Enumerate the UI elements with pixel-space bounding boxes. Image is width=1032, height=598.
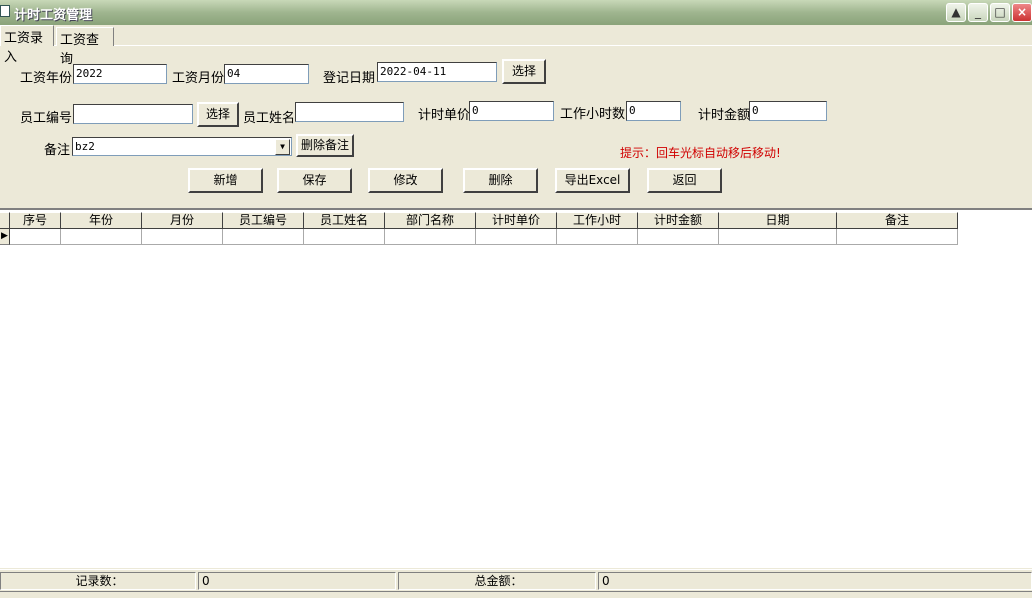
remark-select[interactable]: bz2 ▼ (72, 137, 292, 156)
tab-salary-query[interactable]: 工资查询 (56, 27, 114, 67)
amount-input[interactable]: 0 (749, 101, 827, 121)
total-amount-label: 总金额： (398, 572, 596, 590)
app-icon (0, 5, 10, 17)
record-count-label: 记录数： (0, 572, 196, 590)
month-label: 工资月份 (172, 71, 225, 86)
table-cell[interactable] (837, 229, 958, 245)
column-header[interactable]: 工作小时 (557, 212, 638, 229)
date-label: 登记日期 (323, 71, 376, 86)
table-cell[interactable] (10, 229, 61, 245)
restore-icon[interactable]: ▲ (946, 3, 966, 22)
table-cell[interactable] (557, 229, 638, 245)
column-header[interactable]: 月份 (142, 212, 223, 229)
delete-button[interactable]: 删除 (463, 168, 538, 193)
column-header[interactable]: 备注 (837, 212, 958, 229)
maximize-button[interactable]: □ (990, 3, 1010, 22)
date-select-button[interactable]: 选择 (502, 59, 546, 84)
row-indicator-icon[interactable]: ▶ (0, 229, 10, 245)
column-header[interactable]: 计时金额 (638, 212, 719, 229)
emp-no-label: 员工编号 (20, 111, 73, 126)
amount-label: 计时金额 (698, 108, 751, 123)
column-header[interactable]: 计时单价 (476, 212, 557, 229)
grid-corner (0, 212, 10, 229)
unit-price-label: 计时单价 (418, 108, 471, 123)
back-button[interactable]: 返回 (647, 168, 722, 193)
table-cell[interactable] (61, 229, 142, 245)
column-header[interactable]: 序号 (10, 212, 61, 229)
edit-button[interactable]: 修改 (368, 168, 443, 193)
status-bar: 记录数： 0 总金额： 0 (0, 569, 1032, 591)
column-header[interactable]: 日期 (719, 212, 837, 229)
emp-select-button[interactable]: 选择 (197, 102, 239, 127)
table-cell[interactable] (476, 229, 557, 245)
table-cell[interactable] (385, 229, 476, 245)
table-cell[interactable] (719, 229, 837, 245)
column-header[interactable]: 员工姓名 (304, 212, 385, 229)
year-label: 工资年份 (20, 71, 73, 86)
bottom-status-strip (0, 591, 1032, 598)
emp-no-input[interactable] (73, 104, 193, 124)
entry-form: 工资年份 2022 工资月份 04 登记日期 2022-04-11 选择 员工编… (0, 46, 1032, 210)
remark-label: 备注 (44, 143, 71, 158)
unit-price-input[interactable]: 0 (469, 101, 554, 121)
emp-name-input[interactable] (295, 102, 404, 122)
total-amount-value: 0 (598, 572, 1032, 590)
hours-input[interactable]: 0 (626, 101, 681, 121)
hours-label: 工作小时数 (560, 107, 626, 122)
column-header[interactable]: 年份 (61, 212, 142, 229)
title-bar: 计时工资管理 ▲ _ □ × (0, 0, 1032, 25)
data-grid[interactable]: 序号 年份 月份 员工编号 员工姓名 部门名称 计时单价 工作小时 计时金额 日… (0, 210, 1032, 568)
year-input[interactable]: 2022 (73, 64, 167, 84)
emp-name-label: 员工姓名 (243, 111, 296, 126)
add-button[interactable]: 新增 (188, 168, 263, 193)
tab-strip: 工资录入 工资查询 (0, 25, 1032, 67)
window-title: 计时工资管理 (14, 8, 93, 23)
minimize-button[interactable]: _ (968, 3, 988, 22)
month-input[interactable]: 04 (224, 64, 309, 84)
save-button[interactable]: 保存 (277, 168, 352, 193)
delete-remark-button[interactable]: 删除备注 (296, 134, 354, 157)
hint-text: 提示：回车光标自动移后移动! (620, 146, 781, 160)
table-cell[interactable] (304, 229, 385, 245)
export-excel-button[interactable]: 导出Excel (555, 168, 630, 193)
table-cell[interactable] (638, 229, 719, 245)
tab-salary-entry[interactable]: 工资录入 (0, 25, 54, 65)
chevron-down-icon[interactable]: ▼ (275, 139, 290, 155)
remark-value: bz2 (75, 140, 95, 153)
table-cell[interactable] (142, 229, 223, 245)
column-header[interactable]: 部门名称 (385, 212, 476, 229)
table-cell[interactable] (223, 229, 304, 245)
close-button[interactable]: × (1012, 3, 1032, 22)
column-header[interactable]: 员工编号 (223, 212, 304, 229)
record-count-value: 0 (198, 572, 396, 590)
date-input[interactable]: 2022-04-11 (377, 62, 497, 82)
